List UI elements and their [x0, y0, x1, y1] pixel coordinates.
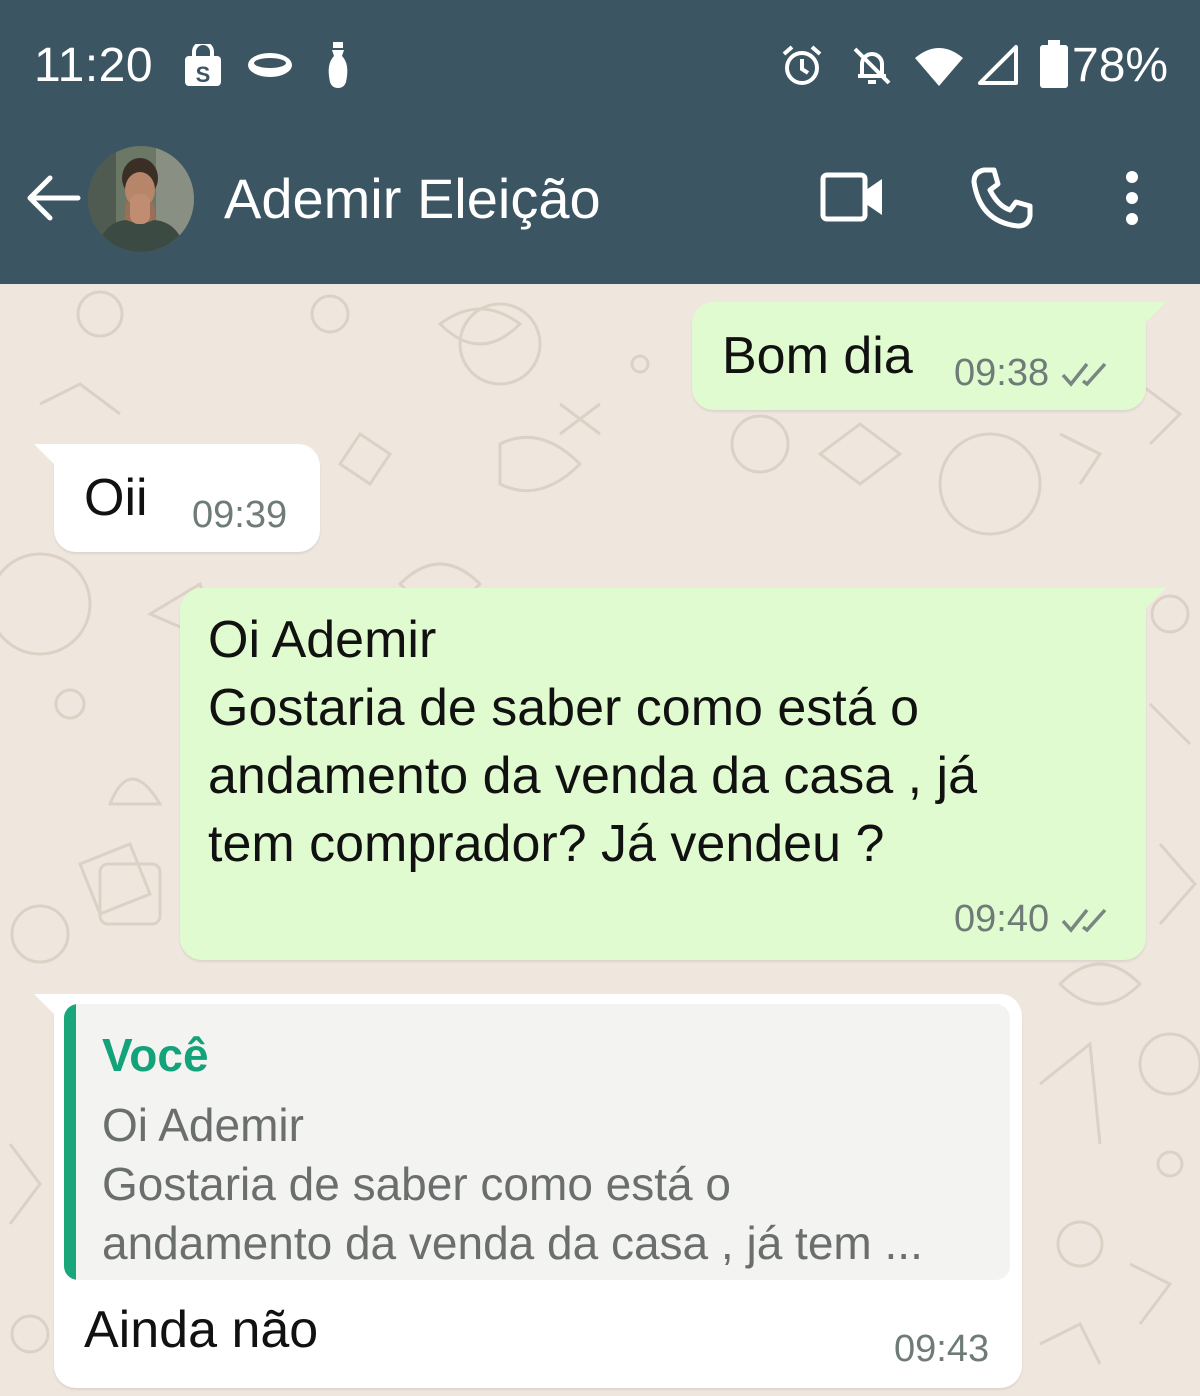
message-bubble-outgoing[interactable]: Bom dia 09:38 — [692, 302, 1146, 410]
battery-percentage: 78% — [1072, 39, 1169, 92]
notifications-off-icon — [853, 47, 891, 85]
arrow-left-icon[interactable] — [22, 172, 82, 224]
status-bar: 11:20 S 78% — [0, 0, 1200, 130]
battery-icon — [1040, 40, 1068, 88]
message-meta: 09:40 — [954, 898, 1111, 941]
message-text: Oi Ademir Gostaria de saber como está o … — [208, 611, 978, 873]
chat-header: Ademir Eleição — [0, 130, 1200, 284]
shopping-bag-icon: S — [185, 44, 221, 87]
alarm-icon — [782, 45, 822, 85]
quote-text: Oi Ademir Gostaria de saber como está o … — [102, 1099, 923, 1269]
message-bubble-incoming[interactable]: Oii 09:39 — [54, 444, 320, 552]
message-time: 09:40 — [954, 898, 1050, 940]
quoted-message[interactable]: Você Oi Ademir Gostaria de saber como es… — [64, 1004, 1010, 1280]
signal-icon — [978, 45, 1018, 85]
message-time: 09:38 — [954, 352, 1050, 394]
svg-text:S: S — [196, 62, 211, 87]
double-check-icon — [1061, 362, 1107, 387]
double-check-icon — [1061, 908, 1107, 933]
message-time: 09:39 — [192, 494, 288, 536]
quote-accent-bar — [64, 1004, 76, 1280]
video-call-icon[interactable] — [820, 170, 886, 224]
message-meta: 09:39 — [192, 494, 287, 537]
more-vertical-icon[interactable] — [1120, 170, 1144, 226]
message-meta: 09:43 — [894, 1328, 989, 1371]
quote-author: Você — [102, 1029, 209, 1081]
message-text: Ainda não — [84, 1301, 319, 1359]
phone-icon[interactable] — [970, 166, 1034, 230]
message-text: Oii — [84, 469, 148, 527]
vase-icon — [328, 42, 348, 88]
contact-name[interactable]: Ademir Eleição — [224, 166, 601, 231]
status-time: 11:20 — [34, 39, 154, 92]
chat-area[interactable]: Bom dia 09:38 Oii 09:39 Oi Ademir Gostar… — [0, 284, 1200, 1396]
message-bubble-outgoing[interactable]: Oi Ademir Gostaria de saber como está o … — [180, 588, 1146, 960]
message-time: 09:43 — [894, 1328, 990, 1370]
message-text: Bom dia — [722, 327, 913, 385]
wifi-icon — [915, 48, 963, 86]
avatar[interactable] — [86, 144, 196, 254]
eye-icon — [248, 53, 292, 77]
message-meta: 09:38 — [954, 352, 1111, 395]
